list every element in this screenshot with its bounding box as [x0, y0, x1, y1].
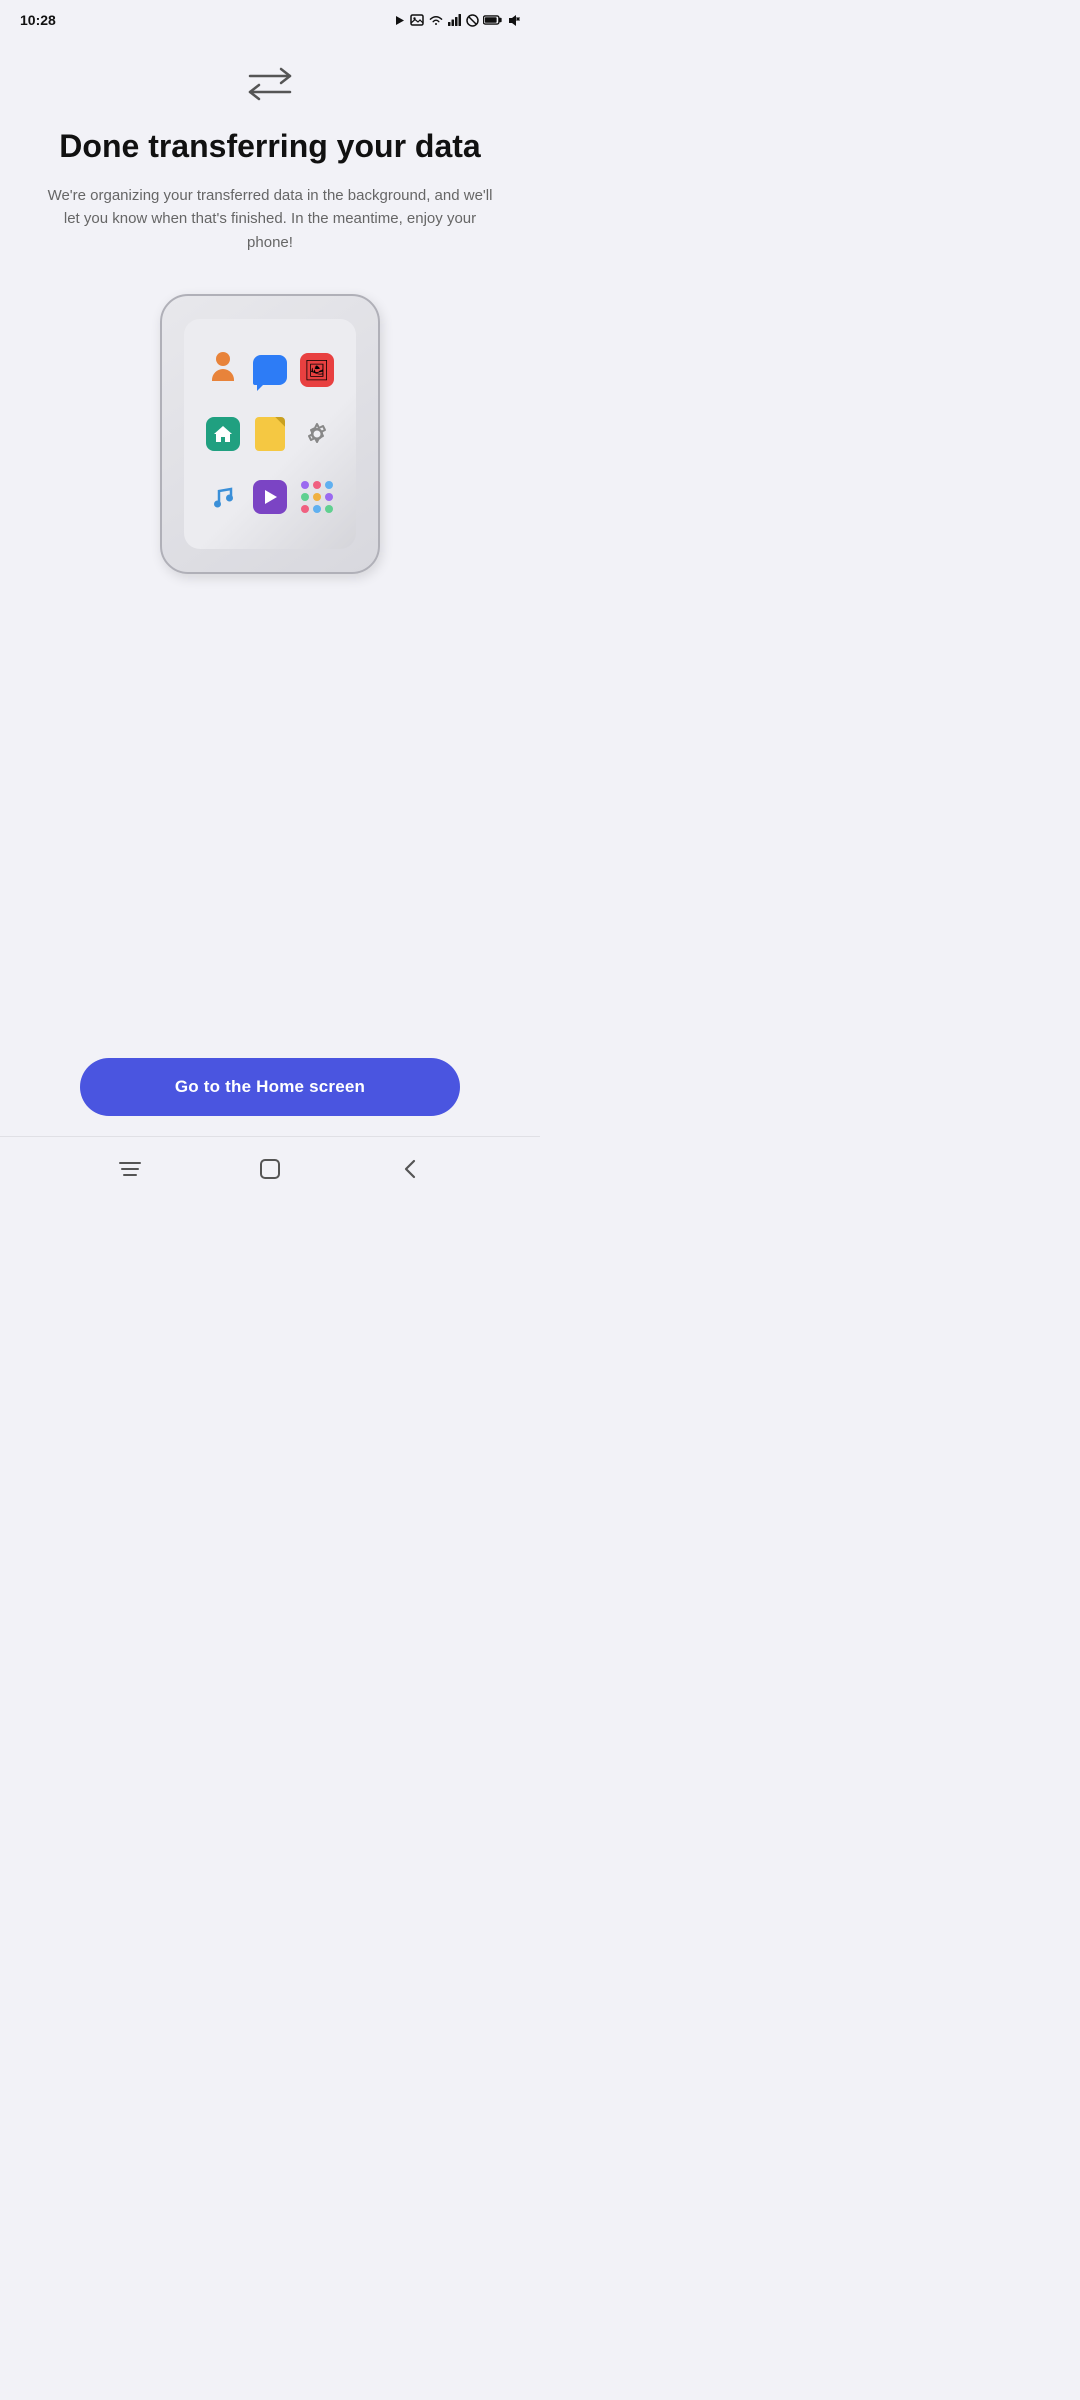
app-icon-chat	[251, 351, 289, 389]
status-time: 10:28	[20, 12, 56, 28]
go-to-home-screen-button[interactable]: Go to the Home screen	[80, 1058, 460, 1116]
status-bar: 10:28	[0, 0, 540, 36]
app-icon-music	[206, 480, 240, 514]
page-subtitle: We're organizing your transferred data i…	[40, 184, 500, 254]
nav-recent-apps-button[interactable]	[114, 1153, 146, 1185]
nav-back-button[interactable]	[394, 1153, 426, 1185]
button-area: Go to the Home screen	[0, 1058, 540, 1136]
app-icon-settings	[300, 417, 334, 451]
page-title: Done transferring your data	[59, 126, 480, 166]
transfer-arrows-icon	[246, 66, 294, 102]
app-icon-photo	[298, 351, 336, 389]
phone-illustration	[160, 294, 380, 574]
app-icon-person	[204, 351, 242, 389]
image-status-icon	[410, 14, 424, 26]
nav-bar	[0, 1136, 540, 1200]
wifi-status-icon	[428, 14, 444, 26]
dnd-status-icon	[466, 14, 479, 27]
signal-status-icon	[448, 14, 462, 26]
play-status-icon	[393, 14, 406, 27]
battery-status-icon	[483, 14, 503, 26]
transfer-icon-container	[246, 66, 294, 102]
main-content: Done transferring your data We're organi…	[0, 36, 540, 1058]
status-icons	[393, 14, 520, 27]
phone-screen	[184, 319, 356, 549]
app-icon-video	[251, 478, 289, 516]
mute-status-icon	[507, 14, 520, 27]
app-icon-file	[251, 415, 289, 453]
app-icon-dots	[300, 480, 334, 514]
app-icon-home	[204, 415, 242, 453]
nav-home-button[interactable]	[254, 1153, 286, 1185]
